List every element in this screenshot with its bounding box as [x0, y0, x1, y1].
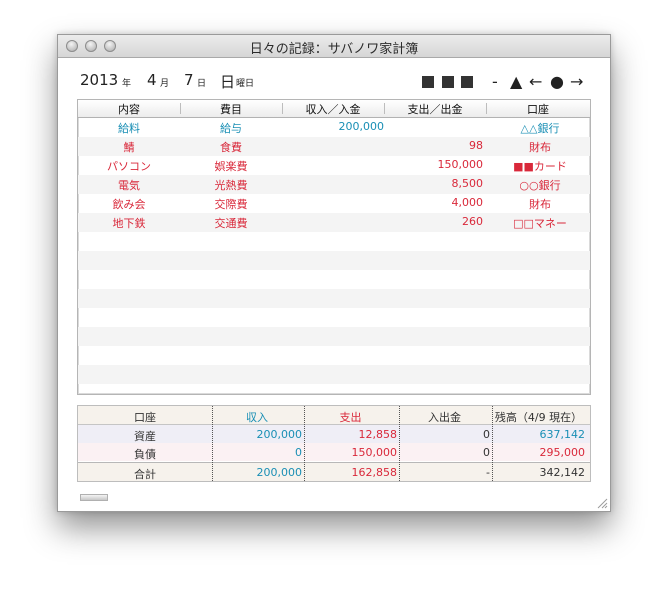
summary-income-value: 0 — [295, 446, 302, 459]
cell-content: 飲み会 — [112, 198, 146, 211]
summary-balance-value: 295,000 — [539, 446, 586, 459]
summary-header-transfer: 入出金 — [428, 411, 461, 424]
summary-label: 資産 — [134, 430, 156, 443]
header-expense[interactable]: 支出／出金 — [384, 101, 486, 117]
cell-expense: 8,500 — [451, 177, 484, 190]
summary-header-balance: 残高（4/9 現在） — [494, 411, 583, 424]
cell-expense: 4,000 — [451, 196, 484, 209]
summary-header-expense: 支出 — [339, 411, 362, 424]
cell-category: 光熱費 — [214, 179, 248, 192]
app-window: 日々の記録：サバノワ家計簿 2013 年 4 月 7 日 日 曜日 - ▲ ← … — [57, 34, 611, 512]
summary-row-liabilities: 負債 0 150,000 0 295,000 — [78, 443, 590, 461]
cell-category: 交通費 — [214, 217, 248, 230]
triangle-up-icon[interactable]: ▲ — [510, 72, 522, 91]
table-row[interactable] — [78, 251, 590, 270]
summary-transfer-value: 0 — [483, 446, 490, 459]
table-row[interactable] — [78, 384, 590, 394]
year-value[interactable]: 2013 — [80, 71, 118, 89]
cell-account: 財布 — [529, 198, 551, 211]
table-row[interactable]: 飲み会 交際費 4,000 財布 — [78, 194, 590, 213]
right-arrow-icon[interactable]: → — [570, 72, 583, 91]
header-income[interactable]: 収入／入金 — [282, 101, 384, 117]
summary-label: 負債 — [134, 448, 156, 461]
table-row[interactable]: 鯖 食費 98 財布 — [78, 137, 590, 156]
cell-account: □□マネー — [513, 217, 567, 230]
month-unit: 月 — [160, 79, 170, 89]
day-unit: 日 — [197, 79, 207, 89]
table-row[interactable] — [78, 308, 590, 327]
cell-expense: 260 — [462, 215, 483, 228]
table-row[interactable] — [78, 232, 590, 251]
weekday-value: 日 — [220, 73, 236, 91]
transactions-table[interactable]: 内容 費目 収入／入金 支出／出金 口座 給料 給与 200,000 △△銀行鯖 食費 9… — [77, 99, 591, 395]
table-row[interactable]: 電気 光熱費 8,500 ○○銀行 — [78, 175, 590, 194]
year-unit: 年 — [122, 79, 132, 89]
cell-expense: 98 — [469, 139, 483, 152]
cell-content: パソコン — [107, 160, 151, 173]
table-row[interactable] — [78, 289, 590, 308]
summary-expense-value: 150,000 — [351, 446, 398, 459]
table-row[interactable]: 給料 給与 200,000 △△銀行 — [78, 118, 590, 137]
summary-income-value: 200,000 — [256, 466, 303, 479]
square-button-2[interactable] — [442, 76, 454, 88]
summary-header-row: 口座 収入 支出 入出金 残高（4/9 現在） — [78, 406, 590, 425]
left-arrow-icon[interactable]: ← — [529, 72, 542, 91]
day-value[interactable]: 7 — [184, 71, 194, 89]
table-row[interactable] — [78, 346, 590, 365]
weekday-unit: 曜日 — [236, 79, 255, 89]
column-divider — [492, 406, 493, 481]
cell-category: 食費 — [220, 141, 242, 154]
summary-row-assets: 資産 200,000 12,858 0 637,142 — [78, 425, 590, 443]
table-row[interactable] — [78, 365, 590, 384]
navigation-toolbar: - ▲ ← ● → — [422, 72, 592, 91]
table-row[interactable] — [78, 270, 590, 289]
cell-expense: 150,000 — [437, 158, 484, 171]
column-divider — [304, 406, 305, 481]
month-value[interactable]: 4 — [147, 71, 157, 89]
summary-row-total: 合計 200,000 162,858 - 342,142 — [78, 462, 590, 481]
summary-income-value: 200,000 — [256, 428, 303, 441]
cell-account: △△銀行 — [520, 122, 560, 135]
header-content[interactable]: 内容 — [78, 101, 180, 117]
summary-balance-value: 342,142 — [539, 466, 586, 479]
summary-balance-value: 637,142 — [539, 428, 586, 441]
table-row[interactable] — [78, 327, 590, 346]
cell-account: ■■カード — [513, 160, 567, 173]
cell-category: 給与 — [220, 122, 242, 135]
cell-income: 200,000 — [338, 120, 385, 133]
cell-content: 鯖 — [123, 141, 135, 154]
summary-transfer-value: 0 — [483, 428, 490, 441]
cell-content: 地下鉄 — [112, 217, 146, 230]
cell-account: 財布 — [529, 141, 551, 154]
summary-transfer-value: - — [486, 466, 490, 479]
dash-button[interactable]: - — [492, 72, 498, 91]
cell-account: ○○銀行 — [519, 179, 561, 192]
cell-content: 電気 — [118, 179, 140, 192]
column-divider — [212, 406, 213, 481]
cell-content: 給料 — [118, 122, 140, 135]
table-row[interactable]: 地下鉄 交通費 260 □□マネー — [78, 213, 590, 232]
summary-header-income: 収入 — [246, 411, 268, 424]
summary-header-account: 口座 — [134, 411, 156, 424]
summary-label: 合計 — [134, 468, 156, 481]
summary-table: 口座 収入 支出 入出金 残高（4/9 現在） 資産 200,000 12,85… — [77, 405, 591, 482]
square-button-1[interactable] — [422, 76, 434, 88]
title-bar: 日々の記録：サバノワ家計簿 — [58, 35, 610, 58]
square-button-3[interactable] — [461, 76, 473, 88]
header-account[interactable]: 口座 — [486, 101, 590, 117]
window-title: 日々の記録：サバノワ家計簿 — [249, 42, 419, 57]
resize-grip-icon[interactable] — [596, 497, 608, 509]
cell-category: 娯楽費 — [214, 160, 248, 173]
circle-icon[interactable]: ● — [550, 72, 564, 91]
cell-category: 交際費 — [214, 198, 248, 211]
table-header: 内容 費目 収入／入金 支出／出金 口座 — [78, 100, 590, 118]
header-category[interactable]: 費目 — [180, 101, 282, 117]
bottom-drawer-handle[interactable] — [80, 494, 108, 501]
table-body: 給料 給与 200,000 △△銀行鯖食費 98 財布 パソコン 娯楽費 150,000 ■■カー… — [78, 118, 590, 394]
column-divider — [399, 406, 400, 481]
summary-expense-value: 162,858 — [351, 466, 398, 479]
table-row[interactable]: パソコン 娯楽費 150,000 ■■カード — [78, 156, 590, 175]
summary-expense-value: 12,858 — [358, 428, 398, 441]
